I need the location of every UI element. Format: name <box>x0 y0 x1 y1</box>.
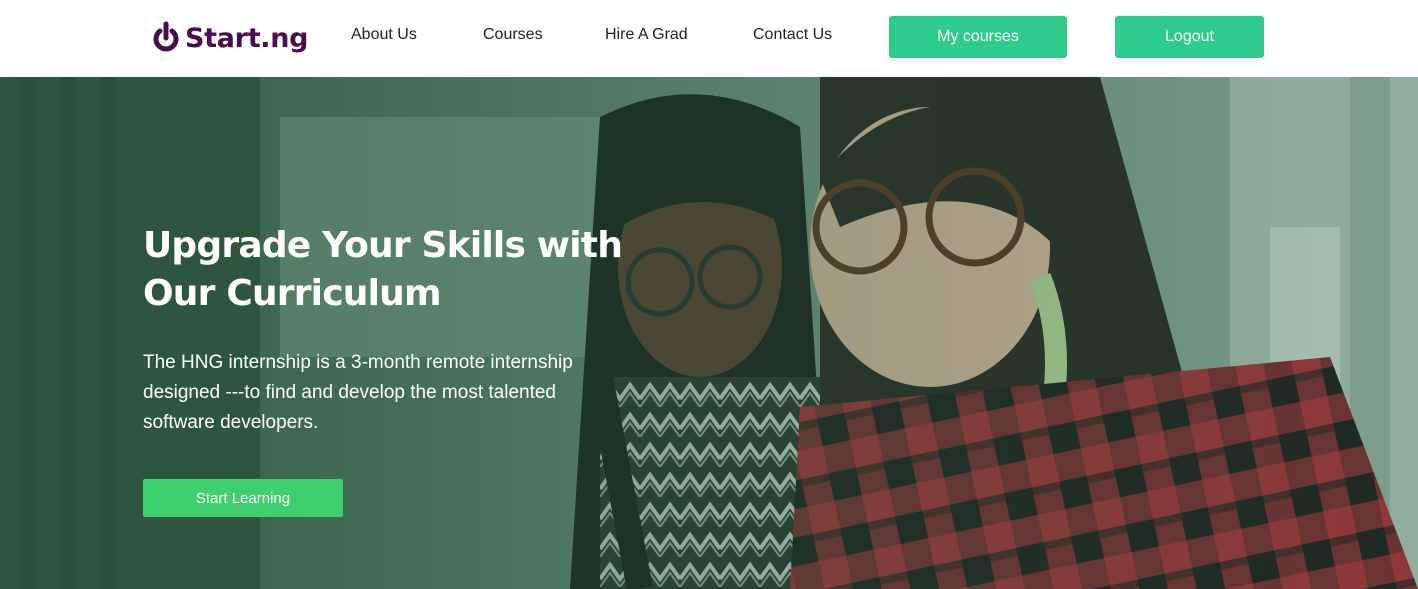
my-courses-button[interactable]: My courses <box>889 16 1067 58</box>
hero-section: Upgrade Your Skills with Our Curriculum … <box>0 77 1418 589</box>
nav-about-us[interactable]: About Us <box>351 26 417 44</box>
power-icon <box>153 21 179 52</box>
brand-name: Start.ng <box>185 22 309 54</box>
top-navbar: Start.ng About Us Courses Hire A Grad Co… <box>0 0 1418 77</box>
hero-title-line-1: Upgrade Your Skills with <box>143 225 623 266</box>
nav-contact-us[interactable]: Contact Us <box>753 26 832 44</box>
brand-logo[interactable]: Start.ng <box>152 18 309 58</box>
nav-hire-a-grad[interactable]: Hire A Grad <box>605 26 688 44</box>
hero-description: The HNG internship is a 3-month remote i… <box>143 352 573 433</box>
logout-button[interactable]: Logout <box>1115 16 1264 58</box>
start-learning-button[interactable]: Start Learning <box>143 479 343 517</box>
nav-courses[interactable]: Courses <box>483 26 543 44</box>
hero-title-line-2: Our Curriculum <box>143 273 441 314</box>
hero-title: Upgrade Your Skills with Our Curriculum <box>143 222 623 318</box>
